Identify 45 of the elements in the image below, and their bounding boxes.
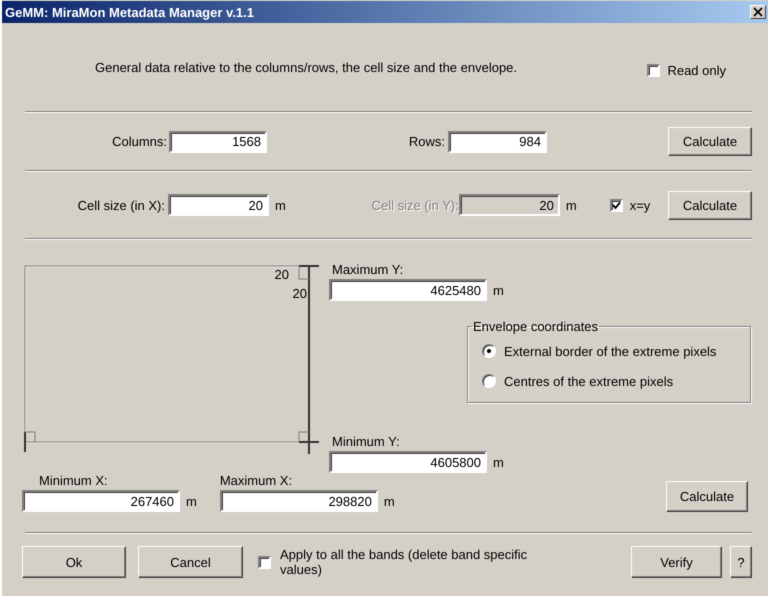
calculate-button[interactable]: Calculate — [668, 127, 752, 156]
cell-size-label: 20 — [292, 286, 307, 301]
close-icon — [753, 7, 763, 17]
x-equals-y-checkbox[interactable] — [610, 198, 623, 212]
unit-label: m — [493, 454, 504, 470]
apply-all-label: Apply to all the bands (delete band specific values) — [280, 547, 528, 577]
read-only-checkbox[interactable] — [647, 64, 660, 76]
maximum-y-field[interactable]: 4625480 — [329, 279, 487, 301]
radio-button[interactable] — [482, 344, 496, 358]
close-button[interactable] — [750, 5, 766, 19]
columns-field[interactable]: 1568 — [169, 130, 267, 152]
radio-label: Centres of the extreme pixels — [504, 374, 674, 388]
columns-label: Columns: — [111, 134, 167, 149]
unit-label: m — [384, 494, 395, 508]
help-button[interactable]: ? — [730, 546, 752, 578]
cell-size-y-label: Cell size (in Y): — [370, 198, 459, 212]
cancel-button[interactable]: Cancel — [138, 546, 243, 578]
x-equals-y-label: x=y — [630, 198, 650, 212]
ok-button[interactable]: Ok — [22, 546, 126, 578]
verify-button[interactable]: Verify — [631, 546, 722, 578]
rows-field[interactable]: 984 — [448, 130, 547, 152]
minimum-x-label: Minimum X: — [39, 473, 109, 488]
description-text: General data relative to the columns/rows, the cell size and the envelope. — [95, 60, 518, 74]
unit-label: m — [186, 494, 197, 508]
maximum-x-label: Maximum X: — [220, 473, 294, 488]
maximum-y-label: Maximum Y: — [332, 262, 404, 277]
calculate-button[interactable]: Calculate — [668, 190, 752, 220]
unit-label: m — [275, 198, 286, 212]
read-only-label: Read only — [667, 62, 726, 78]
minimum-y-field[interactable]: 4605800 — [329, 451, 487, 473]
calculate-button[interactable]: Calculate — [666, 481, 748, 512]
radio-button[interactable] — [482, 374, 496, 388]
cell-size-x-label: Cell size (in X): — [76, 198, 165, 212]
minimum-x-field[interactable]: 267460 — [22, 490, 180, 512]
minimum-y-label: Minimum Y: — [332, 434, 401, 449]
radio-label: External border of the extreme pixels — [504, 344, 716, 358]
unit-label: m — [493, 282, 504, 298]
apply-all-checkbox[interactable] — [258, 556, 271, 568]
maximum-x-field[interactable]: 298820 — [220, 490, 378, 512]
unit-label: m — [566, 198, 577, 212]
group-title: Envelope coordinates — [472, 319, 600, 334]
cell-size-label: 20 — [274, 267, 289, 282]
cell-size-x-field[interactable]: 20 — [168, 194, 269, 216]
rows-label: Rows: — [408, 134, 445, 149]
window-title: GeMM: MiraMon Metadata Manager v.1.1 — [5, 4, 255, 20]
